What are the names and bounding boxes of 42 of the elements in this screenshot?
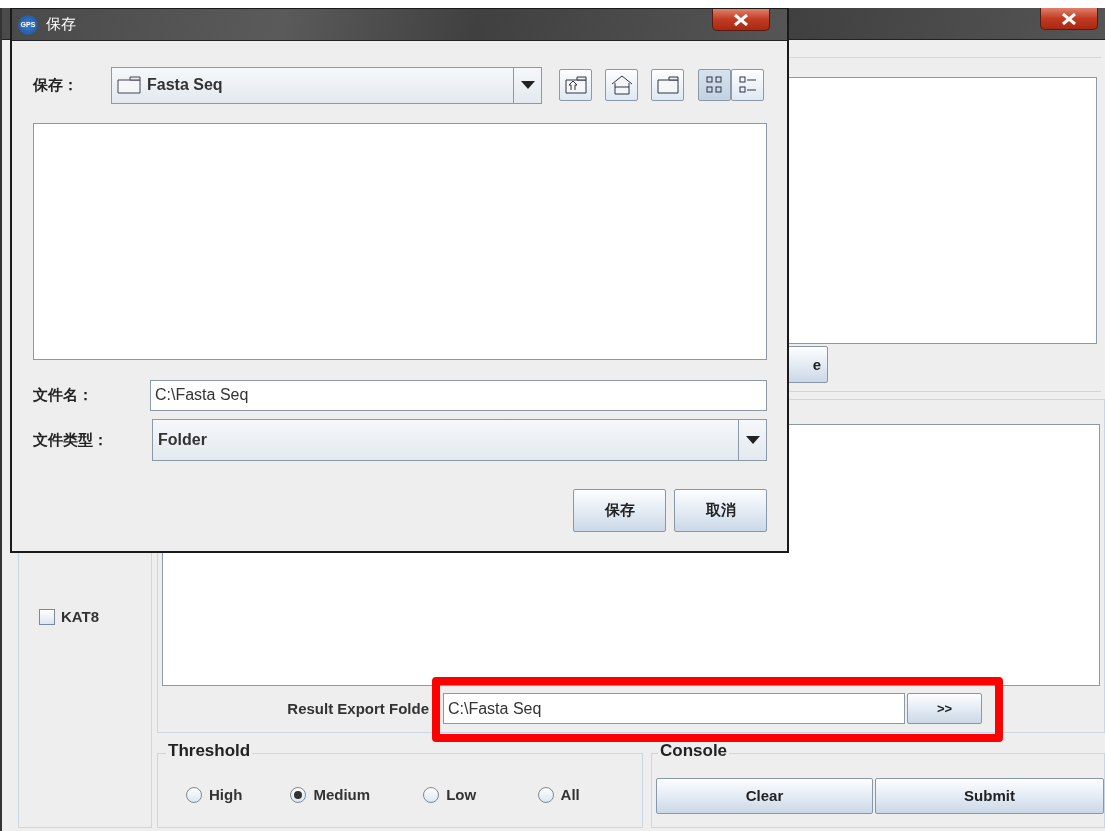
close-button[interactable] — [712, 9, 770, 31]
toolbar-button[interactable] — [559, 69, 592, 101]
console-button[interactable]: Submit — [875, 777, 1104, 814]
file-name-field[interactable]: C:\Fasta Seq — [150, 379, 767, 411]
new-folder-icon — [656, 76, 679, 94]
folder-field[interactable]: C:\Fasta Seq — [443, 693, 905, 724]
close-icon — [1061, 12, 1077, 25]
radio-button[interactable] — [537, 786, 554, 803]
folder-up-icon — [564, 76, 587, 94]
checkbox[interactable] — [39, 608, 55, 625]
toolbar-button[interactable] — [651, 69, 684, 101]
field-label: Result Export Folde — [286, 700, 430, 717]
file-type-dropdown[interactable]: Folder — [152, 419, 767, 461]
radio-label: Medium — [313, 786, 371, 803]
dropdown-arrow-icon — [520, 81, 535, 89]
field-label: 保存： — [33, 75, 79, 95]
close-icon — [733, 13, 749, 26]
view-toggle[interactable] — [698, 69, 731, 101]
dropdown-arrow-icon — [745, 436, 760, 444]
field-label: 文件类型： — [33, 430, 109, 450]
dialog-button[interactable]: 保存 — [573, 489, 666, 532]
close-button[interactable] — [1040, 8, 1098, 30]
checkbox-label: KAT8 — [61, 608, 100, 625]
radio-button[interactable] — [186, 786, 202, 803]
field-label: 文件名： — [33, 385, 94, 405]
view-toggle[interactable] — [731, 69, 764, 101]
radio-button[interactable] — [423, 786, 440, 803]
radio-label: High — [209, 786, 243, 803]
console-button[interactable]: Clear — [656, 777, 873, 814]
radio-button[interactable] — [290, 786, 307, 803]
home-icon — [610, 75, 633, 95]
radio-label: Low — [446, 786, 477, 803]
folder-icon — [117, 76, 141, 94]
icon-view-icon — [705, 76, 724, 94]
folder-name: Fasta Seq — [147, 76, 223, 94]
list-view-icon — [738, 76, 757, 94]
location-dropdown[interactable]: Fasta Seq — [111, 66, 542, 104]
browse-button[interactable]: >> — [907, 693, 982, 724]
dialog-title: 保存 — [46, 15, 76, 34]
toolbar-button[interactable] — [605, 69, 638, 101]
dialog-button[interactable]: 取消 — [674, 489, 767, 532]
radio-label: All — [560, 786, 580, 803]
